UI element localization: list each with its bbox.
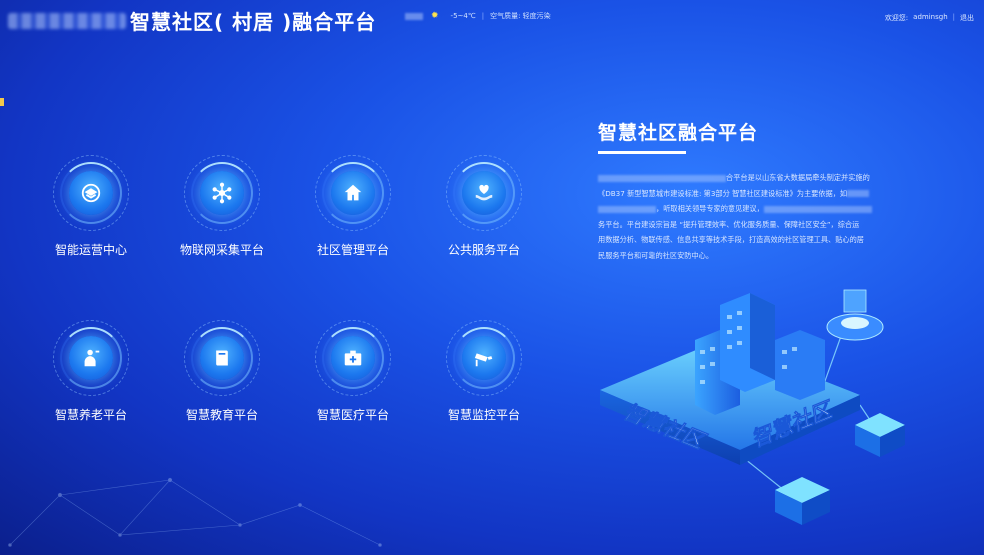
module-ring [53, 155, 129, 231]
module-iot-platform[interactable]: 物联网采集平台 [167, 155, 277, 258]
hand-heart-icon [462, 171, 506, 215]
module-operations-center[interactable]: 智能运营中心 [36, 155, 146, 258]
username[interactable]: adminsgh [913, 13, 947, 23]
blurred-text [598, 174, 726, 182]
separator: | [952, 13, 955, 21]
module-label: 智慧教育平台 [185, 408, 258, 422]
elder-icon [69, 336, 113, 380]
book-icon [200, 336, 244, 380]
module-label: 智能运营中心 [54, 243, 127, 257]
intro-line-6: 民服务平台和可靠的社区安防中心。 [598, 250, 714, 260]
top-header: 智慧社区( 村居 )融合平台 ✹ -5~4℃ | 空气质量: 轻度污染 欢迎您:… [0, 0, 984, 38]
module-ring [53, 320, 129, 396]
module-community-management[interactable]: 社区管理平台 [298, 155, 408, 258]
welcome-label: 欢迎您: [884, 14, 909, 22]
module-medical[interactable]: 智慧医疗平台 [298, 320, 408, 423]
brand: 智慧社区( 村居 )融合平台 [8, 6, 376, 35]
logout-link[interactable]: 退出 [960, 13, 974, 23]
module-label: 公共服务平台 [447, 243, 520, 257]
camera-icon [462, 336, 506, 380]
intro-description: 合平台是以山东省大数据局牵头制定并实施的 《DB37 新型智慧城市建设标准: 第… [598, 170, 938, 263]
separator: | [481, 12, 485, 20]
blurred-brand-prefix [8, 12, 126, 29]
intro-title: 智慧社区融合平台 [598, 122, 759, 144]
weather-widget: ✹ -5~4℃ | 空气质量: 轻度污染 [405, 11, 551, 21]
module-ring [184, 320, 260, 396]
module-ring [446, 320, 522, 396]
page-title: 智慧社区( 村居 )融合平台 [130, 10, 377, 34]
network-node-icon [200, 171, 244, 215]
module-ring [184, 155, 260, 231]
intro-line-1: 合平台是以山东省大数据局牵头制定并实施的 [726, 173, 870, 182]
home-icon [331, 171, 375, 215]
module-label: 智慧医疗平台 [316, 408, 389, 422]
module-ring [315, 320, 391, 396]
sun-icon: ✹ [431, 11, 439, 21]
intro-underline [598, 151, 686, 154]
intro-line-3: ，听取相关领导专家的意见建议， [656, 204, 764, 213]
blurred-text [763, 205, 872, 213]
module-surveillance[interactable]: 智慧监控平台 [429, 320, 539, 423]
module-elderly-care[interactable]: 智慧养老平台 [36, 320, 146, 423]
module-public-service[interactable]: 公共服务平台 [429, 155, 539, 258]
blurred-text [598, 205, 656, 213]
weather-temperature: -5~4℃ [450, 12, 476, 20]
module-education[interactable]: 智慧教育平台 [167, 320, 277, 423]
medical-kit-icon [331, 336, 375, 380]
intro-line-4: 务平台。平台建设宗旨是 “提升管理效率、优化服务质量、保障社区安全”，综合运 [598, 219, 860, 229]
layers-icon [69, 171, 113, 215]
intro-line-2: 《DB37 新型智慧城市建设标准: 第3部分 智慧社区建设标准》为主要依据，如 [598, 188, 848, 198]
air-quality: 空气质量: 轻度污染 [490, 12, 551, 20]
intro-line-5: 用数据分析、物联传感、信息共享等技术手段，打造高效的社区管理工具、贴心的居 [598, 235, 864, 244]
blurred-text [847, 190, 870, 197]
module-grid: 智能运营中心 物联网采集平台 社区管理平台 公共服务平台 智慧养老平台 智慧教育… [36, 155, 536, 465]
smart-community-illustration: 智慧社区 智慧社区 [600, 289, 905, 525]
module-ring [446, 155, 522, 231]
module-label: 智慧监控平台 [447, 408, 520, 422]
module-label: 物联网采集平台 [179, 243, 264, 257]
user-area: 欢迎您: adminsgh | 退出 [885, 13, 974, 23]
blurred-weather-location [405, 12, 423, 20]
module-label: 社区管理平台 [316, 243, 389, 257]
module-label: 智慧养老平台 [54, 408, 127, 422]
module-ring [315, 155, 391, 231]
side-marker [0, 98, 4, 106]
